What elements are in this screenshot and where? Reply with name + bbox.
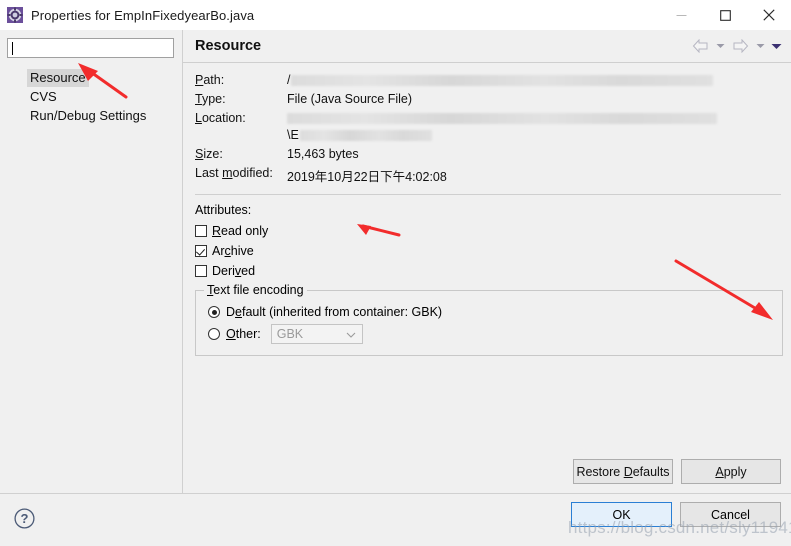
restore-defaults-label: Restore Defaults — [576, 464, 670, 479]
chevron-down-icon — [756, 44, 764, 48]
page-title: Resource — [195, 38, 262, 54]
filter-input[interactable] — [7, 38, 174, 58]
tree-row: Resource — [27, 69, 182, 88]
cancel-button[interactable]: Cancel — [680, 502, 781, 527]
close-button[interactable] — [747, 0, 791, 30]
size-value: 15,463 bytes — [287, 147, 359, 161]
back-arrow-icon — [692, 39, 707, 53]
text-file-encoding-group: Text file encoding Default (inherited fr… — [195, 283, 783, 356]
checkbox-read-only[interactable]: Read only — [195, 221, 783, 241]
checkbox-read-only-label: Read only — [212, 224, 269, 238]
ok-button[interactable]: OK — [571, 502, 672, 527]
location-redacted-line2 — [299, 129, 432, 141]
window-controls — [659, 0, 791, 30]
minimize-icon — [676, 14, 686, 16]
tree-row: Run/Debug Settings — [27, 107, 182, 126]
path-redacted — [291, 74, 714, 86]
sidebar-item-resource[interactable]: Resource — [27, 69, 89, 87]
properties-gear-icon — [7, 7, 23, 23]
forward-dropdown-button[interactable] — [753, 35, 767, 57]
dialog-body: Resource CVS Run/Debug Settings Resource — [0, 30, 791, 493]
size-label: Size: — [195, 147, 223, 161]
radio-other-encoding-label: Other: — [226, 327, 261, 341]
encoding-select[interactable]: GBK — [270, 324, 363, 344]
maximize-icon — [719, 9, 731, 21]
restore-defaults-button[interactable]: Restore Defaults — [573, 459, 673, 484]
help-icon[interactable]: ? — [14, 508, 35, 532]
page-header-nav — [689, 30, 783, 62]
radio-other-encoding[interactable]: Other: GBK — [208, 323, 772, 345]
path-prefix: / — [287, 73, 291, 87]
radio-default-encoding-button[interactable] — [208, 306, 220, 318]
svg-text:?: ? — [21, 511, 29, 526]
settings-tree: Resource CVS Run/Debug Settings — [0, 69, 182, 126]
back-button[interactable] — [689, 35, 711, 57]
title-bar: Properties for EmpInFixedyearBo.java — [0, 0, 791, 30]
attributes-label: Attributes: — [195, 203, 252, 217]
checkbox-derived-box[interactable] — [195, 265, 207, 277]
tree-row: CVS — [27, 88, 182, 107]
type-label: Type: — [195, 92, 226, 106]
sidebar-item-run-debug-settings[interactable]: Run/Debug Settings — [27, 107, 149, 125]
dialog-footer: ? OK Cancel — [0, 493, 791, 546]
text-caret — [12, 41, 13, 55]
checkbox-archive-box[interactable] — [195, 245, 207, 257]
properties-dialog: Properties for EmpInFixedyearBo.java Res… — [0, 0, 791, 546]
encoding-select-value: GBK — [276, 327, 304, 341]
settings-page: Resource Path: / Type: File (Java Source… — [183, 30, 791, 493]
location-value: \E — [287, 111, 783, 142]
last-modified-label: Last modified: — [195, 166, 273, 180]
close-icon — [763, 9, 775, 21]
location-label: Location: — [195, 111, 246, 125]
apply-label: Apply — [715, 464, 747, 479]
window-title: Properties for EmpInFixedyearBo.java — [31, 7, 255, 23]
radio-default-encoding[interactable]: Default (inherited from container: GBK) — [208, 301, 772, 323]
forward-button[interactable] — [729, 35, 751, 57]
resource-info: Path: / Type: File (Java Source File) Lo… — [195, 73, 783, 185]
type-value: File (Java Source File) — [287, 92, 413, 106]
path-label: Path: — [195, 73, 225, 87]
path-value: / — [287, 73, 783, 87]
maximize-button[interactable] — [703, 0, 747, 30]
checkbox-derived[interactable]: Derived — [195, 261, 783, 281]
settings-sidebar: Resource CVS Run/Debug Settings — [0, 30, 183, 493]
section-divider — [195, 194, 781, 195]
checkbox-read-only-box[interactable] — [195, 225, 207, 237]
forward-arrow-icon — [733, 39, 748, 53]
view-menu-icon — [771, 43, 781, 49]
chevron-down-icon — [716, 44, 724, 48]
sidebar-item-cvs[interactable]: CVS — [27, 88, 60, 106]
view-menu-button[interactable] — [769, 35, 783, 57]
page-content: Path: / Type: File (Java Source File) Lo… — [183, 63, 791, 459]
text-file-encoding-title: Text file encoding — [204, 283, 307, 297]
location-line2-prefix: \E — [287, 128, 299, 142]
radio-other-encoding-button[interactable] — [208, 328, 220, 340]
back-dropdown-button[interactable] — [713, 35, 727, 57]
footer-buttons: OK Cancel — [571, 502, 781, 527]
last-modified-value: 2019年10月22日下午4:02:08 — [287, 170, 447, 184]
radio-default-encoding-label: Default (inherited from container: GBK) — [226, 305, 443, 319]
page-header: Resource — [183, 30, 791, 63]
minimize-button[interactable] — [659, 0, 703, 30]
page-action-buttons: Restore Defaults Apply — [183, 459, 791, 493]
chevron-down-icon — [346, 327, 356, 341]
apply-button[interactable]: Apply — [681, 459, 781, 484]
checkbox-archive[interactable]: Archive — [195, 241, 783, 261]
checkbox-archive-label: Archive — [212, 244, 254, 258]
checkbox-derived-label: Derived — [212, 264, 256, 278]
location-redacted-line1 — [287, 113, 717, 125]
